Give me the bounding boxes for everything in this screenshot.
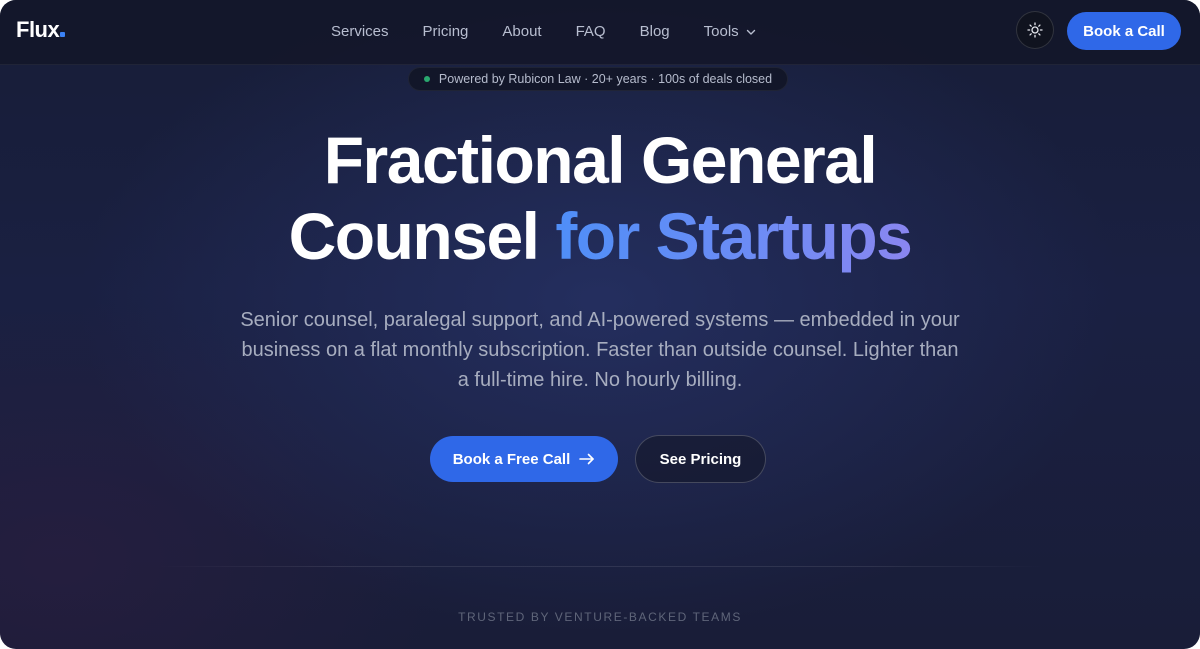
section-divider [155,566,1045,567]
main-nav: Services Pricing About FAQ Blog Tools [314,20,773,44]
page-frame: Flux Services Pricing About FAQ Blog Too… [0,0,1200,649]
hero-title-line2: Counsel [288,199,556,273]
status-dot [423,76,430,82]
sun-icon [1027,22,1043,38]
nav-blog[interactable]: Blog [623,20,687,44]
badge-text: Powered by Rubicon Law · 20+ years · 100… [438,72,773,86]
nav-about[interactable]: About [485,20,558,44]
book-call-button[interactable]: Book a Call [1067,12,1181,50]
nav-faq[interactable]: FAQ [559,20,623,44]
nav-tools-label: Tools [703,23,739,40]
powered-by-badge: Powered by Rubicon Law · 20+ years · 100… [408,67,788,91]
trusted-by-label: TRUSTED BY VENTURE-BACKED TEAMS [458,610,742,624]
see-pricing-button[interactable]: See Pricing [635,435,766,483]
book-free-call-label: Book a Free Call [452,450,571,468]
hero-title-line1: Fractional General [323,123,878,197]
chevron-down-icon [746,29,755,35]
site-header: Flux Services Pricing About FAQ Blog Too… [0,0,1200,65]
hero-title: Fractional General Counsel for Startups [0,122,1200,274]
hero-title-accent: for Startups [555,199,913,273]
nav-tools[interactable]: Tools [687,20,773,44]
theme-toggle-button[interactable] [1016,11,1054,49]
logo-text: Flux [16,17,60,42]
logo-dot [60,32,66,37]
logo[interactable]: Flux [16,16,66,44]
arrow-right-icon [579,453,595,465]
hero-subtitle: Senior counsel, paralegal support, and A… [240,309,960,391]
book-free-call-button[interactable]: Book a Free Call [430,436,618,482]
nav-services[interactable]: Services [314,20,406,44]
nav-pricing[interactable]: Pricing [406,20,486,44]
